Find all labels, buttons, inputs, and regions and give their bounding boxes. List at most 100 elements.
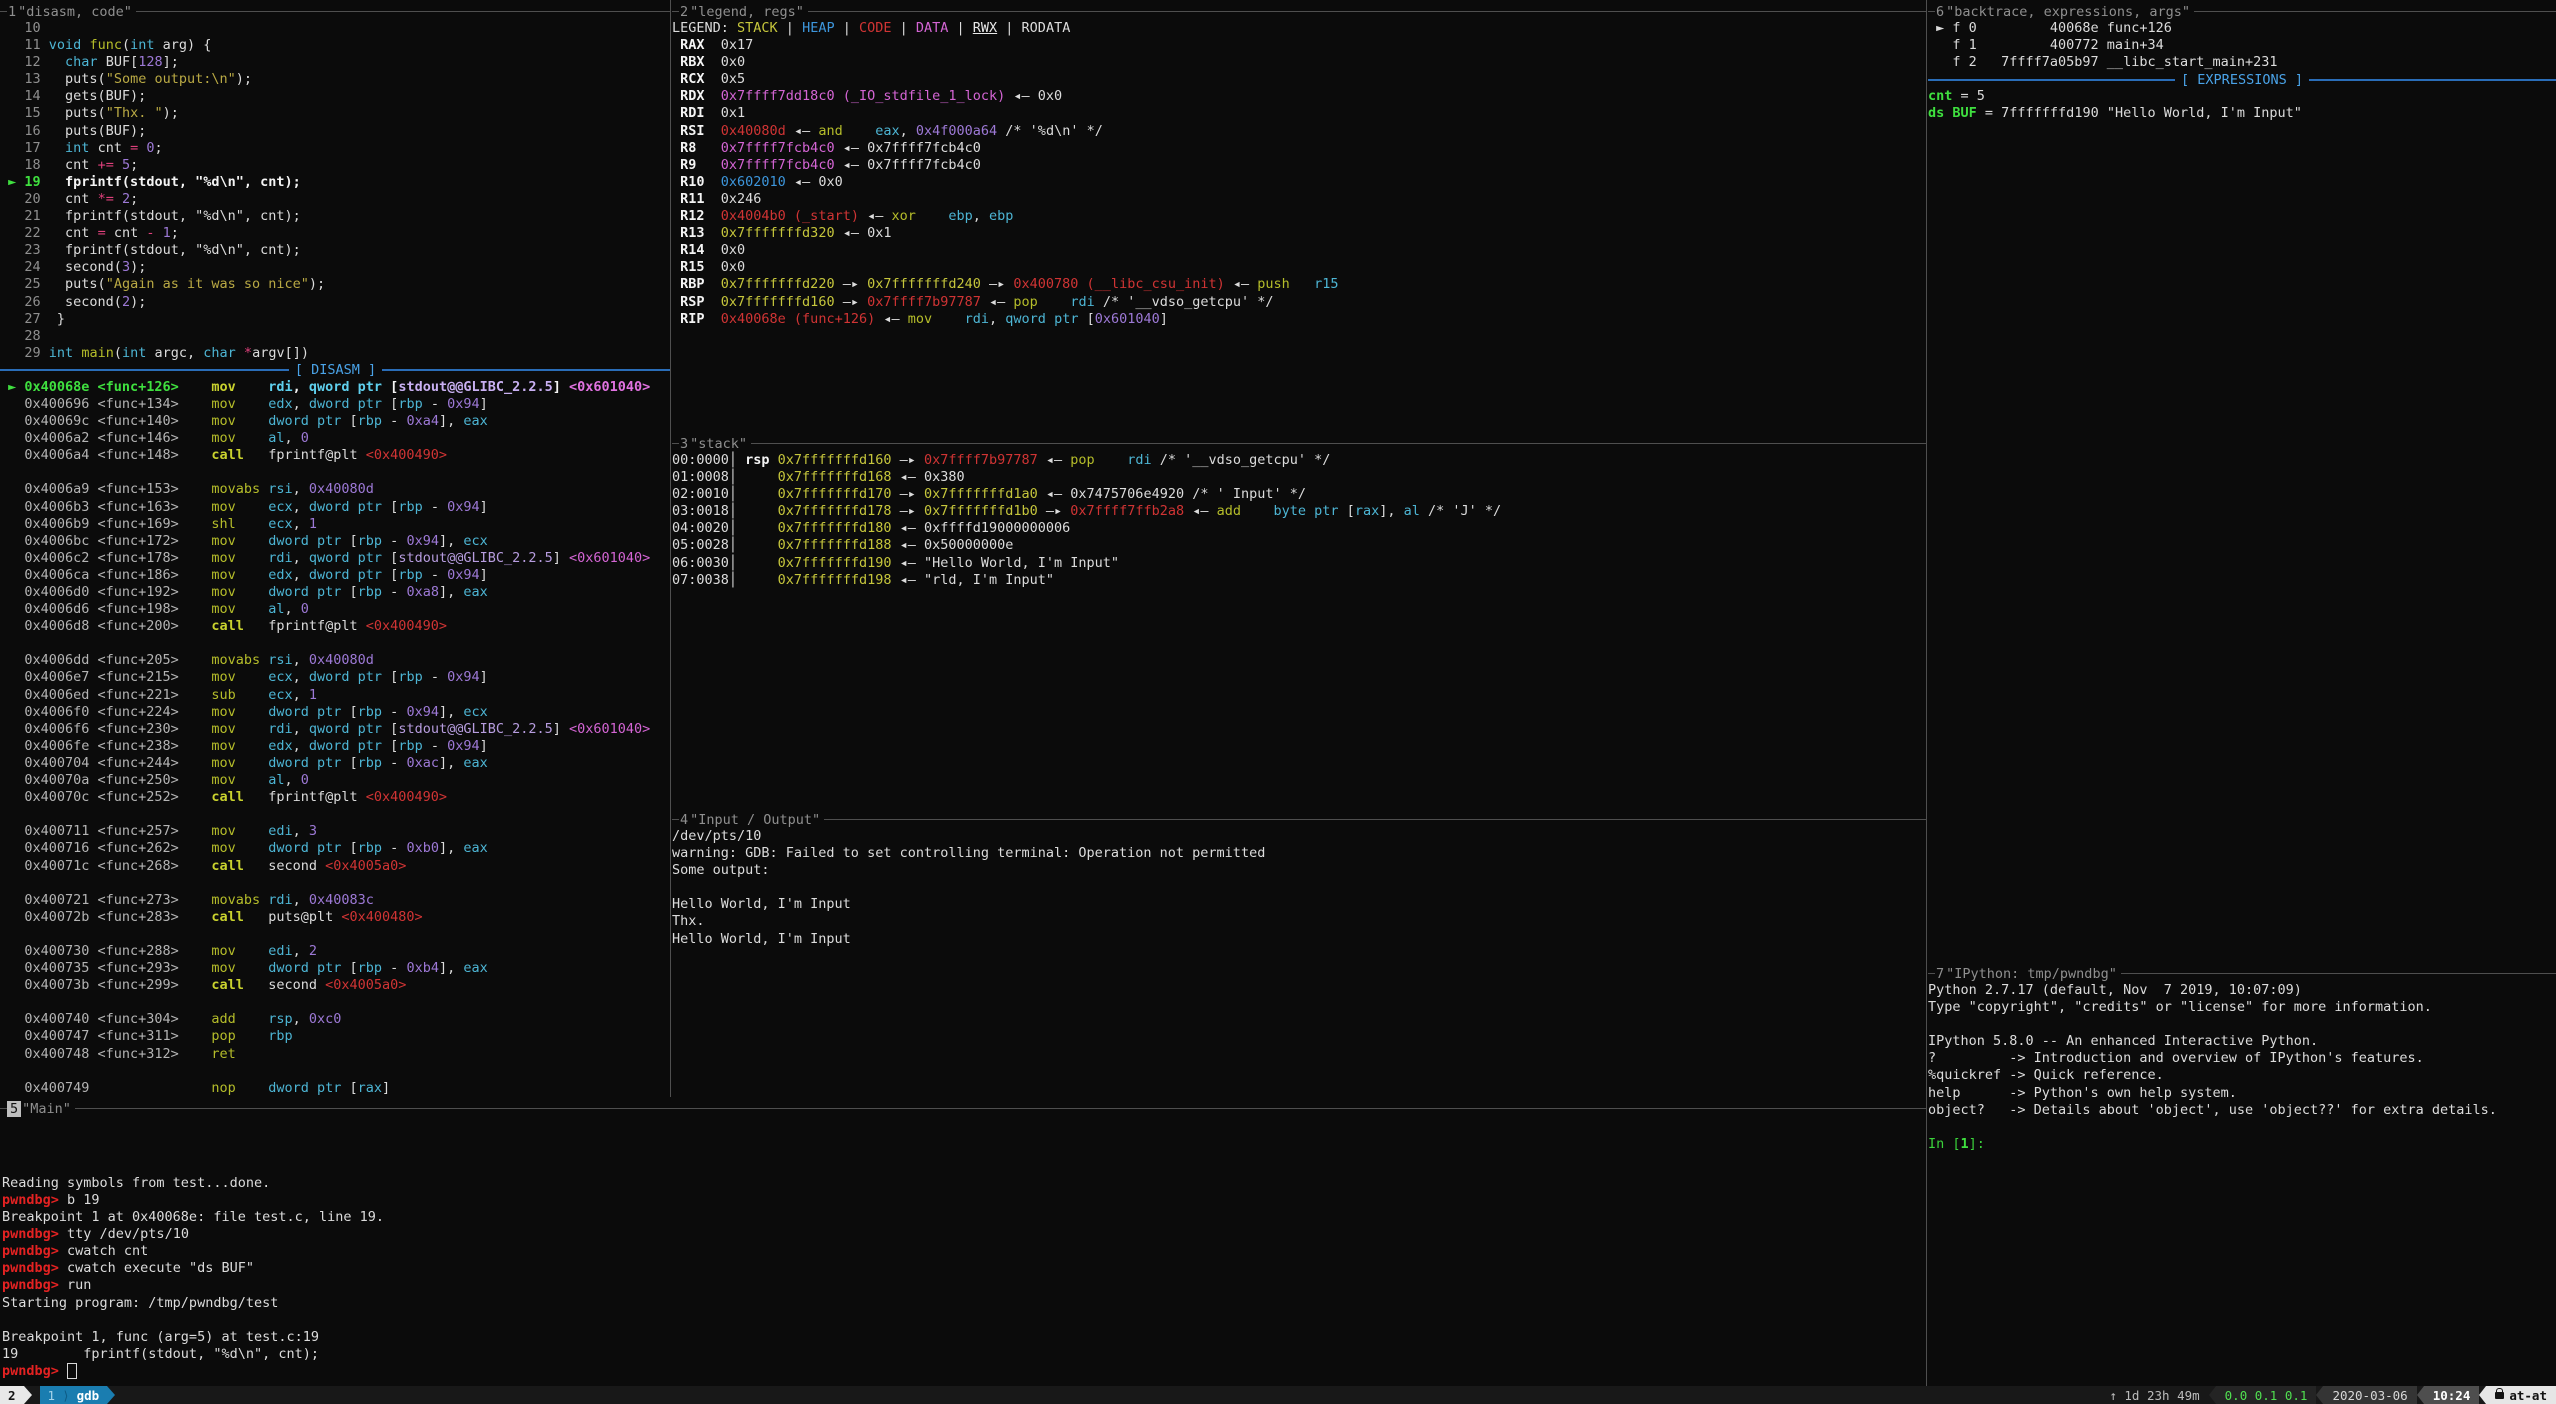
text-token: rbp bbox=[398, 669, 422, 685]
text-token: pwndbg> bbox=[2, 1192, 67, 1208]
text-row: 21 fprintf(stdout, "%d\n", cnt); bbox=[0, 208, 671, 225]
text-token: movabs bbox=[211, 481, 268, 497]
text-token: f 1 400772 main+34 bbox=[1928, 37, 2164, 53]
window-name: gdb bbox=[77, 1388, 100, 1403]
text-token: [ bbox=[1347, 503, 1355, 519]
text-row: 11 void func(int arg) { bbox=[0, 37, 671, 54]
text-token: 0xa4 bbox=[406, 413, 439, 429]
text-token: RAX bbox=[672, 37, 721, 53]
registers-listing: LEGEND: STACK | HEAP | CODE | DATA | RWX… bbox=[672, 20, 1926, 328]
text-token: ◂— "Hello World, I'm Input" bbox=[900, 555, 1119, 571]
text-token: ; bbox=[130, 191, 138, 207]
text-token bbox=[114, 157, 122, 173]
text-token: qword ptr bbox=[1005, 311, 1086, 327]
text-row: 23 fprintf(stdout, "%d\n", cnt); bbox=[0, 242, 671, 259]
window-tab-gdb[interactable]: 1 ⟩ gdb bbox=[40, 1386, 108, 1404]
text-token: stdout@@GLIBC_2.2.5 bbox=[398, 379, 552, 395]
text-token: ◂— bbox=[883, 311, 907, 327]
pane-stack[interactable]: 3 "stack" 00:0000│ rsp 0x7fffffffd160 —▸… bbox=[672, 432, 1926, 808]
text-token: 0 bbox=[301, 601, 309, 617]
text-token: 0x400749 bbox=[0, 1080, 211, 1096]
powerline-separator bbox=[2209, 1386, 2216, 1404]
text-row bbox=[0, 806, 671, 823]
text-token: 0x7fffffffd180 bbox=[778, 520, 900, 536]
text-row bbox=[1928, 1016, 2556, 1033]
pane-label: "IPython: tmp/pwndbg" bbox=[1945, 966, 2121, 982]
text-row: 15 puts("Thx. "); bbox=[0, 105, 671, 122]
text-token: ] bbox=[480, 669, 488, 685]
text-token: ; bbox=[155, 140, 163, 156]
text-token: —▸ bbox=[900, 452, 924, 468]
text-row: 0x4006a4 <func+148> call fprintf@plt <0x… bbox=[0, 447, 671, 464]
text-token: 0x4006ed <func+221> bbox=[0, 687, 211, 703]
text-row: 22 cnt = cnt - 1; bbox=[0, 225, 671, 242]
text-token: mov bbox=[211, 533, 268, 549]
text-token bbox=[49, 140, 65, 156]
text-token: rax bbox=[358, 1080, 382, 1096]
text-token: 0x4006f6 <func+230> bbox=[0, 721, 211, 737]
gdb-console[interactable]: Reading symbols from test...done.pwndbg>… bbox=[2, 1175, 1924, 1380]
text-row: 14 gets(BUF); bbox=[0, 88, 671, 105]
text-row: 00:0000│ rsp 0x7fffffffd160 —▸ 0x7ffff7b… bbox=[672, 452, 1926, 469]
pane-backtrace[interactable]: 6 "backtrace, expressions, args" ► f 0 4… bbox=[1928, 0, 2556, 962]
text-token: 0xb4 bbox=[406, 960, 439, 976]
text-token: pwndbg> bbox=[2, 1260, 67, 1276]
text-row: 0x4006fe <func+238> mov edx, dword ptr [… bbox=[0, 738, 671, 755]
text-token: run bbox=[67, 1277, 91, 1293]
pane-main-gdb[interactable]: 5 "Main" Reading symbols from test...don… bbox=[0, 1097, 1926, 1386]
text-token: 10 bbox=[0, 20, 41, 36]
text-row: Python 2.7.17 (default, Nov 7 2019, 10:0… bbox=[1928, 982, 2556, 999]
text-token: int bbox=[122, 345, 146, 361]
terminal-screen: 1 "disasm, code" 10 11 void func(int arg… bbox=[0, 0, 2556, 1404]
text-token: qword ptr bbox=[309, 379, 390, 395]
text-token bbox=[1290, 276, 1314, 292]
text-token: ◂— 0x7ffff7fcb4c0 bbox=[843, 157, 981, 173]
text-token: , bbox=[900, 123, 916, 139]
text-token: 0x400716 <func+262> bbox=[0, 840, 211, 856]
pane-ipython[interactable]: 7 "IPython: tmp/pwndbg" Python 2.7.17 (d… bbox=[1928, 962, 2556, 1386]
text-row: RSP 0x7fffffffd160 —▸ 0x7ffff7b97787 ◂— … bbox=[672, 294, 1926, 311]
pane-disasm-code[interactable]: 1 "disasm, code" 10 11 void func(int arg… bbox=[0, 0, 671, 1097]
text-token: , bbox=[293, 516, 309, 532]
text-token: mov bbox=[211, 430, 268, 446]
ipython-console[interactable]: Python 2.7.17 (default, Nov 7 2019, 10:0… bbox=[1928, 982, 2556, 1153]
text-token: 0x94 bbox=[406, 704, 439, 720]
text-token: ► f 0 40068e func+126 bbox=[1928, 20, 2172, 36]
text-row: 29 int main(int argc, char *argv[]) bbox=[0, 345, 671, 362]
text-token: argc, bbox=[146, 345, 203, 361]
pane-divider-vertical-left bbox=[670, 0, 671, 1097]
text-token: * bbox=[244, 345, 252, 361]
text-token: ( bbox=[122, 37, 130, 53]
text-token: 11 bbox=[0, 37, 49, 53]
text-token: ecx bbox=[463, 533, 487, 549]
text-token: 0x4006d8 <func+200> bbox=[0, 618, 211, 634]
text-token: ; bbox=[171, 225, 179, 241]
text-token: int bbox=[65, 140, 89, 156]
text-row: 19 fprintf(stdout, "%d\n", cnt); bbox=[2, 1346, 1924, 1363]
text-token: R8 bbox=[672, 140, 721, 156]
text-token: second bbox=[268, 858, 325, 874]
text-token: call bbox=[211, 447, 268, 463]
text-token bbox=[154, 225, 162, 241]
text-token: 0x7fffffffd1a0 bbox=[924, 486, 1046, 502]
pane-legend-regs[interactable]: 2 "legend, regs" LEGEND: STACK | HEAP | … bbox=[672, 0, 1926, 432]
pane-input-output[interactable]: 4 "Input / Output" /dev/pts/10warning: G… bbox=[672, 808, 1926, 1097]
text-token: ] bbox=[480, 738, 488, 754]
text-token: RDI bbox=[672, 105, 721, 121]
text-token: ◂— 0x380 bbox=[900, 469, 965, 485]
window-index: 1 bbox=[48, 1388, 56, 1403]
session-badge[interactable]: 2 bbox=[0, 1386, 24, 1404]
text-token: cnt bbox=[49, 191, 98, 207]
text-token: Hello World, I'm Input bbox=[672, 931, 851, 947]
text-token: 0x4006d0 <func+192> bbox=[0, 584, 211, 600]
text-token bbox=[916, 208, 949, 224]
text-token: ( bbox=[114, 345, 122, 361]
text-token: 0x4006d6 <func+198> bbox=[0, 601, 211, 617]
text-token: , bbox=[293, 738, 309, 754]
text-row: 10 bbox=[0, 20, 671, 37]
text-token: void bbox=[49, 37, 82, 53]
text-token: - bbox=[382, 413, 406, 429]
text-row: help -> Python's own help system. bbox=[1928, 1085, 2556, 1102]
text-token: sub bbox=[211, 687, 268, 703]
text-row: 26 second(2); bbox=[0, 294, 671, 311]
